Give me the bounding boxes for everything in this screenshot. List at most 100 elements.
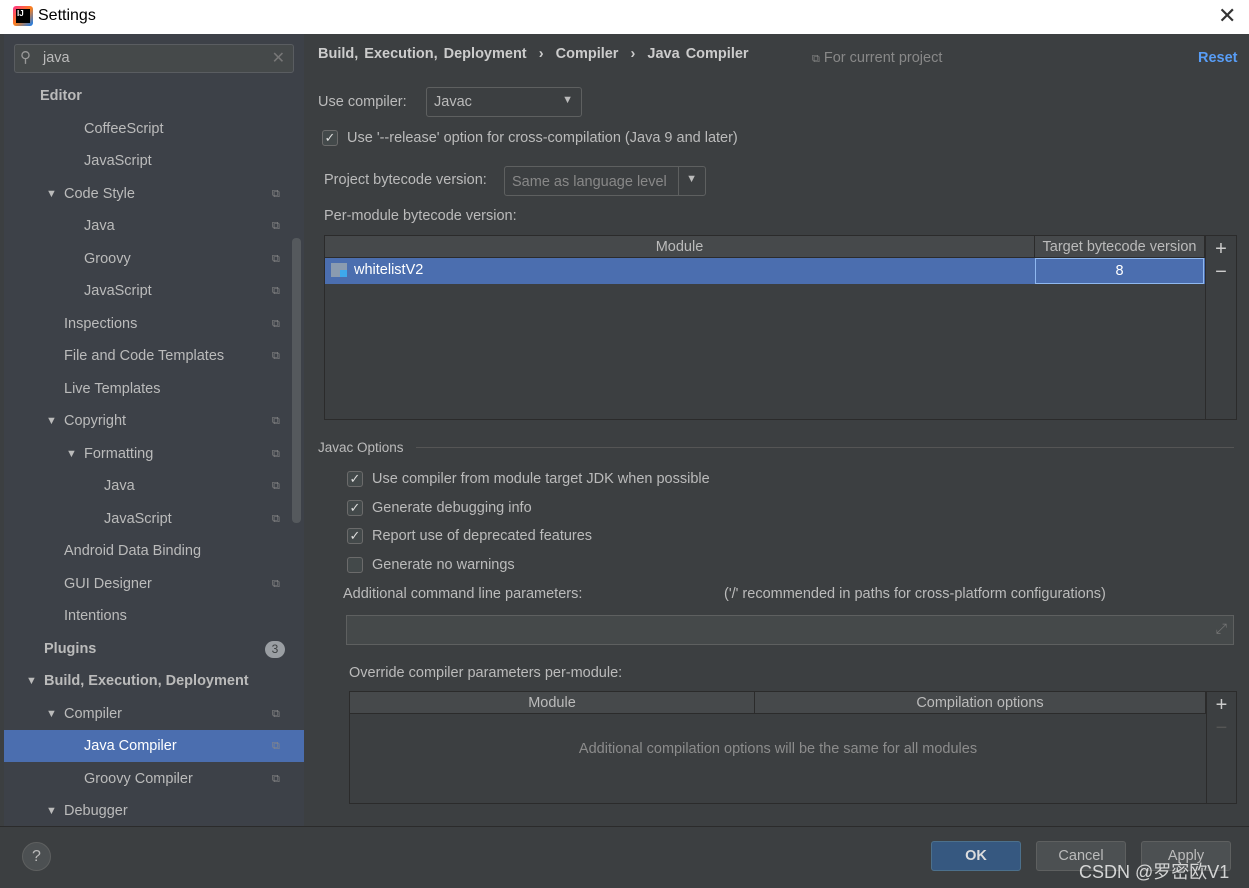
sidebar-item[interactable]: File and Code Templates ⧉ — [4, 340, 304, 372]
project-scope-icon: ⧉ — [272, 350, 280, 362]
sidebar-item[interactable]: Plugins 3 — [4, 633, 304, 665]
for-current-project-label: For current project — [823, 50, 943, 66]
project-bytecode-value: Same as language level — [512, 174, 667, 190]
option-checkbox[interactable]: ✓ — [347, 499, 363, 516]
sidebar-item-label: Code Style — [64, 185, 135, 202]
clear-search-icon[interactable]: ✕ — [272, 48, 285, 68]
use-compiler-select[interactable]: Javac ▼ — [426, 87, 582, 117]
help-button[interactable]: ? — [22, 842, 51, 871]
additional-params-label: Additional command line parameters: — [343, 586, 583, 602]
sidebar-item[interactable]: Live Templates — [4, 373, 304, 405]
add-icon[interactable]: + — [1207, 694, 1236, 717]
sidebar-item-label: Live Templates — [64, 380, 161, 397]
reset-link[interactable]: Reset — [1198, 50, 1238, 66]
option-label: Use compiler from module target JDK when… — [372, 471, 710, 487]
sidebar-item-label: Compiler — [64, 705, 123, 722]
option-checkbox[interactable]: ✓ — [347, 528, 363, 545]
additional-params-hint: ('/' recommended in paths for cross-plat… — [724, 586, 1106, 602]
sidebar-scrollbar[interactable] — [292, 238, 301, 523]
sidebar-item[interactable]: JavaScript ⧉ — [4, 275, 304, 307]
sidebar-item[interactable]: ▼ Copyright ⧉ — [4, 405, 304, 437]
project-scope-icon: ⧉ — [272, 447, 280, 460]
target-version-cell[interactable]: 8 — [1035, 258, 1204, 284]
sidebar-item[interactable]: Java Compiler ⧉ — [4, 730, 304, 762]
title-bar: IJ Settings ✕ — [0, 0, 1249, 34]
release-option-checkbox[interactable]: ✓ — [322, 130, 338, 146]
breadcrumb-item: Build, Execution, Deployment — [318, 46, 527, 62]
sidebar-item-label: Debugger — [64, 803, 128, 819]
project-scope-icon: ⧉ — [272, 187, 280, 200]
table-row[interactable]: whitelistV2 8 — [325, 258, 1205, 284]
use-compiler-label: Use compiler: — [318, 94, 407, 110]
ok-button[interactable]: OK — [931, 841, 1021, 871]
project-scope-icon: ⧉ — [272, 317, 280, 330]
sidebar-item[interactable]: Java ⧉ — [4, 210, 304, 242]
sidebar-item-label: Java — [84, 218, 115, 234]
additional-params-input[interactable]: ⤢ — [346, 615, 1234, 645]
per-module-table: Module Target bytecode version whitelist… — [324, 235, 1237, 420]
project-scope-icon: ⧉ — [272, 285, 280, 297]
sidebar-item[interactable]: CoffeeScript — [4, 113, 304, 145]
release-option-label: Use '--release' option for cross-compila… — [347, 130, 738, 146]
sidebar-item-label: Inspections — [64, 315, 138, 332]
sidebar-item[interactable]: Groovy Compiler ⧉ — [4, 763, 304, 795]
sidebar-item-label: Android Data Binding — [64, 543, 202, 559]
override-label: Override compiler parameters per-module: — [349, 665, 623, 681]
sidebar-item[interactable]: Groovy ⧉ — [4, 243, 304, 275]
breadcrumb-item: Java Compiler — [647, 46, 749, 62]
sidebar-item-label: JavaScript — [84, 283, 152, 299]
override-table: Module Compilation options Additional co… — [349, 691, 1237, 804]
sidebar-item[interactable]: Intentions — [4, 600, 304, 632]
module-name: whitelistV2 — [354, 262, 424, 278]
column-header-module[interactable]: Module — [325, 236, 1035, 258]
sidebar-item[interactable]: GUI Designer ⧉ — [4, 568, 304, 600]
sidebar-item[interactable]: Android Data Binding — [4, 535, 304, 567]
sidebar-item[interactable]: JavaScript — [4, 145, 304, 177]
copy-icon: ⧉ — [812, 53, 820, 65]
breadcrumb: Build, Execution, Deployment › Compiler … — [318, 46, 749, 62]
expand-icon[interactable]: ⤢ — [1216, 620, 1227, 637]
expand-arrow-icon[interactable]: ▼ — [46, 405, 57, 437]
sidebar-item-label: Groovy — [84, 250, 131, 267]
option-checkbox[interactable] — [347, 557, 363, 574]
option-checkbox[interactable]: ✓ — [347, 471, 363, 487]
search-value: java — [43, 50, 70, 66]
count-badge: 3 — [265, 640, 285, 658]
sidebar-item[interactable]: Editor — [4, 80, 304, 112]
sidebar-item-label: Formatting — [84, 445, 154, 462]
remove-icon: − — [1215, 717, 1228, 739]
sidebar-item-label: Groovy Compiler — [84, 770, 193, 787]
column-header-module[interactable]: Module — [350, 692, 755, 714]
sidebar-item[interactable]: Java ⧉ — [4, 470, 304, 502]
project-scope-icon: ⧉ — [272, 740, 280, 752]
option-label: Generate no warnings — [372, 557, 515, 574]
sidebar-item[interactable]: ▼ Compiler ⧉ — [4, 698, 304, 730]
expand-arrow-icon[interactable]: ▼ — [46, 178, 57, 210]
sidebar-item-label: File and Code Templates — [64, 348, 225, 364]
sidebar-item-label: Intentions — [64, 608, 127, 624]
sidebar-item[interactable]: Inspections ⧉ — [4, 308, 304, 340]
expand-arrow-icon[interactable]: ▼ — [26, 665, 37, 697]
sidebar-item-label: GUI Designer — [64, 575, 152, 592]
sidebar-item[interactable]: ▼ Debugger — [4, 795, 304, 827]
add-icon[interactable]: + — [1206, 238, 1236, 261]
expand-arrow-icon[interactable]: ▼ — [46, 698, 57, 730]
sidebar-item[interactable]: ▼ Build, Execution, Deployment — [4, 665, 304, 697]
expand-arrow-icon[interactable]: ▼ — [66, 438, 77, 470]
column-header-options[interactable]: Compilation options — [755, 692, 1206, 714]
column-header-target[interactable]: Target bytecode version — [1035, 236, 1205, 258]
expand-arrow-icon[interactable]: ▼ — [46, 795, 57, 827]
close-icon[interactable]: ✕ — [1218, 3, 1236, 29]
empty-table-text: Additional compilation options will be t… — [578, 741, 978, 757]
search-icon: ⚲ — [20, 49, 31, 66]
sidebar-item[interactable]: ▼ Formatting ⧉ — [4, 438, 304, 470]
sidebar-item-label: Plugins — [44, 640, 97, 657]
project-bytecode-select[interactable]: Same as language level ▼ — [504, 166, 706, 196]
project-scope-icon: ⧉ — [272, 707, 280, 720]
project-scope-icon: ⧉ — [272, 480, 280, 492]
chevron-down-icon: ▼ — [562, 94, 573, 106]
sidebar-item[interactable]: JavaScript ⧉ — [4, 503, 304, 535]
sidebar-item[interactable]: ▼ Code Style ⧉ — [4, 178, 304, 210]
remove-icon[interactable]: − — [1206, 261, 1236, 284]
search-input[interactable]: ⚲ java ✕ — [14, 44, 294, 73]
